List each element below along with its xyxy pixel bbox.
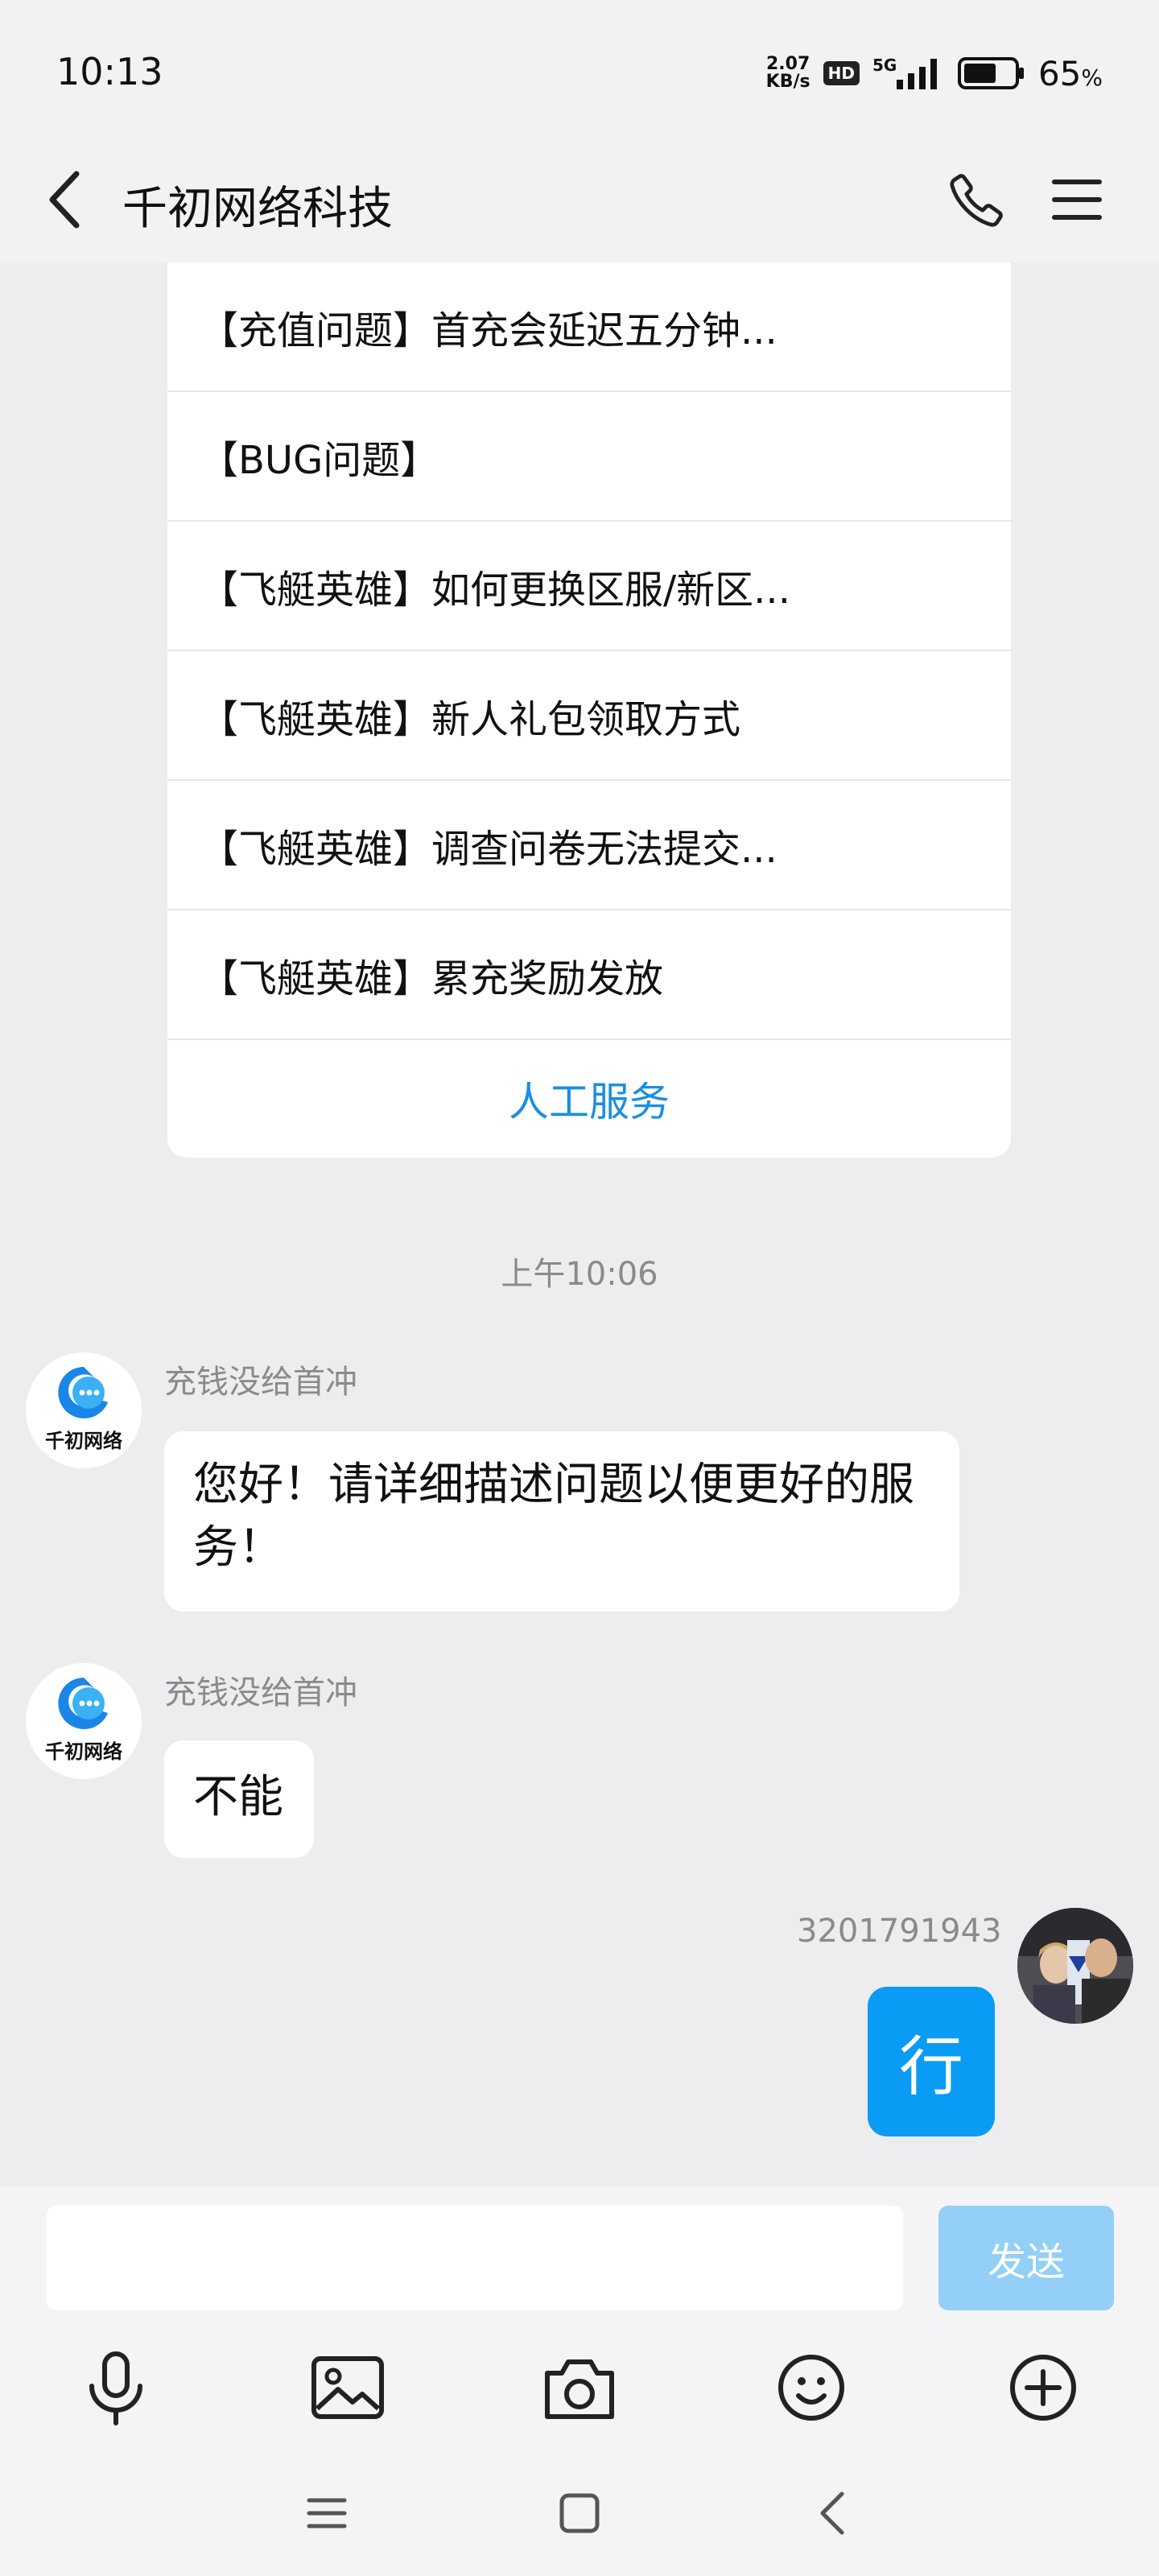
- chat-header: 千初网络科技: [0, 137, 1159, 262]
- message-bubble[interactable]: 您好！请详细描述问题以便更好的服务！: [164, 1431, 959, 1612]
- sender-name: 充钱没给首冲: [164, 1674, 357, 1711]
- image-button[interactable]: [299, 2339, 396, 2436]
- chat-title: 千初网络科技: [122, 183, 393, 235]
- human-service-link[interactable]: 人工服务: [167, 1040, 1011, 1158]
- camera-icon: [545, 2359, 614, 2419]
- faq-item[interactable]: 【飞艇英雄】调查问卷无法提交...: [167, 781, 1011, 910]
- message-bubble[interactable]: 行: [868, 1987, 995, 2136]
- battery-percent-value: 65: [1037, 53, 1082, 93]
- status-time: 10:13: [56, 50, 163, 93]
- battery-icon: [957, 57, 1024, 89]
- battery-percent: 65%: [1038, 54, 1103, 93]
- nav-home-button[interactable]: [539, 2473, 620, 2553]
- emoji-button[interactable]: [763, 2339, 860, 2436]
- image-icon: [311, 2356, 384, 2419]
- back-button[interactable]: [32, 161, 97, 238]
- user-avatar[interactable]: [1017, 1908, 1133, 2024]
- back-arrow-icon: [49, 171, 80, 229]
- status-bar: 10:13 2.07 KB/s HD 5G 65%: [0, 0, 1159, 137]
- camera-button[interactable]: [531, 2339, 628, 2436]
- hd-badge: HD: [823, 61, 860, 85]
- battery-percent-sign: %: [1081, 64, 1103, 91]
- network-speed-unit: KB/s: [765, 72, 810, 92]
- message-timestamp: 上午10:06: [501, 1256, 658, 1293]
- status-indicators: 2.07 KB/s HD 5G 65%: [766, 53, 1103, 93]
- network-speed: 2.07 KB/s: [766, 56, 810, 91]
- faq-card: 【充值问题】首充会延迟五分钟... 【BUG问题】 【飞艇英雄】如何更换区服/新…: [167, 262, 1011, 1158]
- call-button[interactable]: [938, 161, 1016, 238]
- sender-id: 3201791943: [797, 1913, 1002, 1950]
- nav-menu-icon: [307, 2498, 347, 2529]
- send-button[interactable]: 发送: [938, 2206, 1114, 2310]
- nav-home-icon: [559, 2493, 600, 2533]
- microphone-icon: [89, 2351, 142, 2425]
- bot-avatar[interactable]: 千初网络: [26, 1352, 142, 1468]
- sender-name: 充钱没给首冲: [164, 1364, 357, 1401]
- faq-item[interactable]: 【充值问题】首充会延迟五分钟...: [167, 262, 1011, 392]
- nav-menu-button[interactable]: [287, 2473, 367, 2553]
- bot-avatar-label: 千初网络: [45, 1430, 122, 1452]
- bot-avatar[interactable]: 千初网络: [26, 1663, 142, 1779]
- signal-icon: 5G: [872, 56, 945, 91]
- message-bubble[interactable]: 不能: [164, 1740, 314, 1858]
- nav-back-button[interactable]: [792, 2473, 872, 2553]
- bot-avatar-label: 千初网络: [45, 1740, 122, 1763]
- system-nav-bar: [0, 2444, 1159, 2576]
- more-button[interactable]: [995, 2339, 1091, 2436]
- faq-item[interactable]: 【BUG问题】: [167, 392, 1011, 522]
- nav-back-icon: [820, 2491, 844, 2535]
- emoji-icon: [778, 2355, 844, 2421]
- plus-icon: [1010, 2355, 1076, 2421]
- faq-item[interactable]: 【飞艇英雄】新人礼包领取方式: [167, 651, 1011, 781]
- faq-item[interactable]: 【飞艇英雄】累充奖励发放: [167, 910, 1011, 1040]
- voice-button[interactable]: [68, 2339, 164, 2436]
- menu-button[interactable]: [1038, 161, 1116, 238]
- menu-icon: [1052, 180, 1102, 220]
- network-speed-value: 2.07: [765, 54, 810, 74]
- message-input[interactable]: [47, 2206, 903, 2310]
- phone-icon: [950, 174, 1003, 227]
- faq-item[interactable]: 【飞艇英雄】如何更换区服/新区...: [167, 522, 1011, 651]
